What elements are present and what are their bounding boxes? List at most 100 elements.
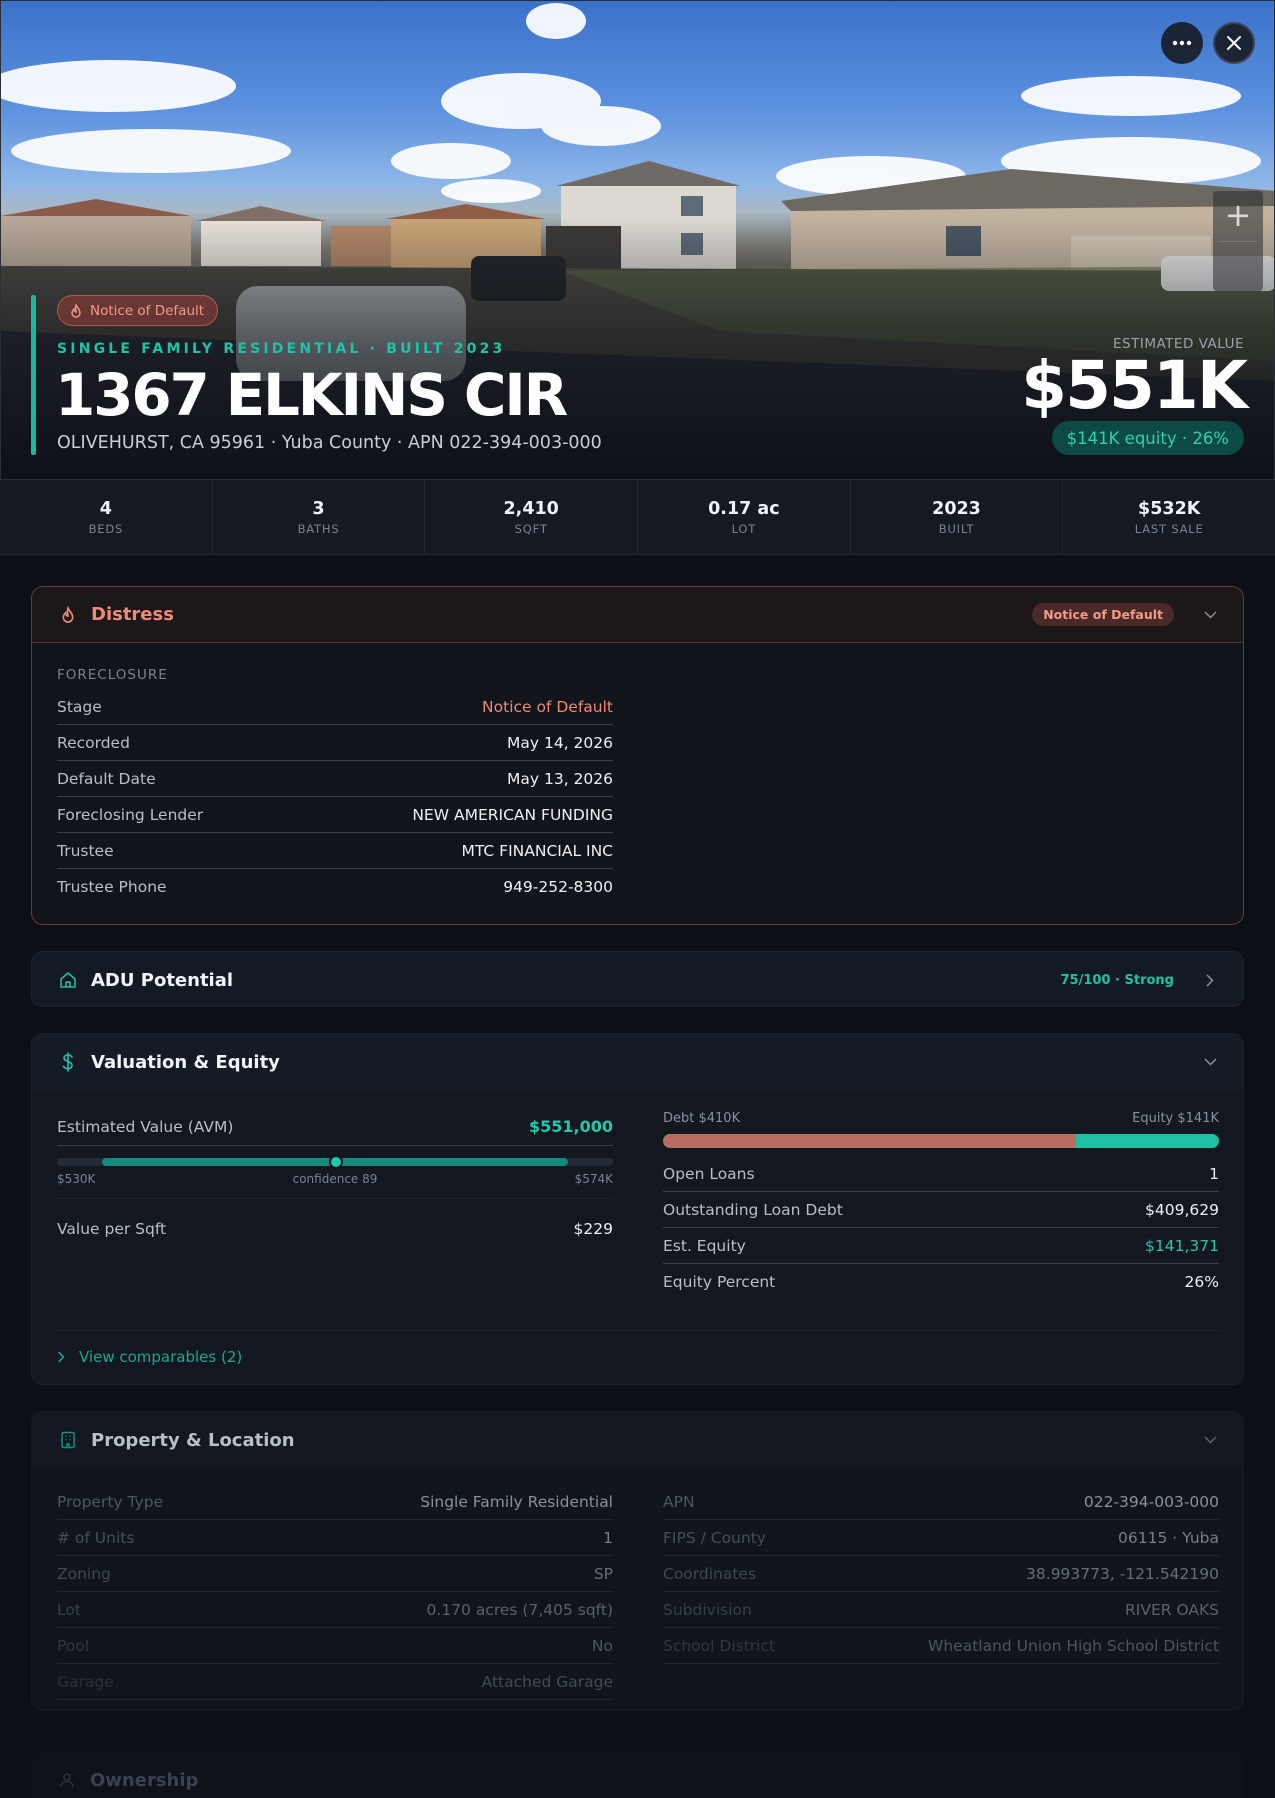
stat-value: 2,410 [503,499,559,519]
stat-sqft: 2,410 SQFT [425,480,639,554]
foreclosure-table: FORECLOSURE Stage Notice of Default Reco… [57,667,613,905]
avm-range-high: $574K [574,1172,613,1186]
chevron-down-icon[interactable] [1202,607,1218,623]
property-right-table: APN 022-394-003-000 FIPS / County 06115 … [663,1484,1219,1664]
row-value: 949-252-8300 [503,878,613,896]
avm-label: Estimated Value (AVM) [57,1117,234,1136]
row-label: Stage [57,697,102,716]
row-label: Open Loans [663,1164,755,1183]
stat-baths: 3 BATHS [213,480,426,554]
row-label: FIPS / County [663,1528,766,1547]
dollar-icon [57,1051,79,1073]
row-label: Recorded [57,733,130,752]
table-row: Zoning SP [57,1556,613,1592]
row-value: 1 [1209,1164,1219,1183]
stat-last-sale: $532K LAST SALE [1063,480,1275,554]
property-stats-bar: 4 BEDS 3 BATHS 2,410 SQFT 0.17 ac LOT 20… [0,480,1275,555]
stat-label: SQFT [514,522,548,536]
row-value: $141,371 [1145,1236,1219,1255]
table-row: Lot 0.170 acres (7,405 sqft) [57,1592,613,1628]
equity-panel: Debt $410K Equity $141K Open Loans 1 Out… [663,1111,1219,1300]
avm-confidence: confidence 89 [292,1172,378,1186]
more-icon [1172,40,1192,46]
debt-label: Debt $410K [663,1111,741,1126]
avm-range-bar [57,1155,613,1169]
debt-equity-labels: Debt $410K Equity $141K [663,1111,1219,1126]
hero-distress-badge: Notice of Default [57,295,219,326]
stat-value: $532K [1138,499,1201,519]
equity-label: Equity $141K [1132,1111,1219,1126]
avm-marker [329,1155,343,1169]
close-button[interactable] [1213,22,1255,64]
avm-panel: Estimated Value (AVM) $551,000 $530K con… [57,1108,613,1247]
table-row: Value per Sqft $229 [57,1211,613,1247]
debt-segment [663,1134,1077,1148]
table-row: Equity Percent 26% [663,1264,1219,1300]
row-label: Value per Sqft [57,1220,167,1238]
table-row: Coordinates 38.993773, -121.542190 [663,1556,1219,1592]
home-icon [57,969,79,991]
table-row: Pool No [57,1628,613,1664]
ownership-header[interactable]: Ownership [31,1750,1244,1798]
adu-potential-card[interactable]: ADU Potential 75/100 · Strong [31,951,1244,1007]
table-row: Outstanding Loan Debt $409,629 [663,1192,1219,1228]
row-label: APN [663,1492,695,1511]
stat-label: LOT [731,522,757,536]
chevron-down-icon[interactable] [1202,1054,1218,1070]
stat-label: BATHS [297,522,340,536]
distress-header[interactable]: Distress Notice of Default [32,587,1243,643]
map-zoom-control[interactable]: + [1213,191,1263,291]
row-value: SP [593,1564,613,1583]
table-row: Foreclosing Lender NEW AMERICAN FUNDING [57,797,613,833]
property-location-line: OLIVEHURST, CA 95961 · Yuba County · APN… [57,433,602,453]
row-label: Equity Percent [663,1273,776,1291]
chevron-right-icon[interactable] [1202,972,1218,988]
property-left-table: Property Type Single Family Residential … [57,1484,613,1700]
row-value: $229 [573,1220,613,1238]
chevron-right-icon [57,1351,65,1363]
table-row: Trustee Phone 949-252-8300 [57,869,613,905]
stat-value: 0.17 ac [708,499,780,519]
row-value: Wheatland Union High School District [928,1636,1219,1655]
row-value: 022-394-003-000 [1083,1492,1219,1511]
row-label: # of Units [57,1528,135,1547]
view-comparables-link[interactable]: View comparables (2) [57,1330,1220,1366]
ownership-title: Ownership [90,1769,199,1791]
more-options-button[interactable] [1161,22,1203,64]
table-row: FIPS / County 06115 · Yuba [663,1520,1219,1556]
row-label: Outstanding Loan Debt [663,1200,843,1219]
row-value: 0.170 acres (7,405 sqft) [426,1600,613,1619]
table-row: Property Type Single Family Residential [57,1484,613,1520]
property-address: 1367 ELKINS CIR [55,361,568,429]
hero-badge-label: Notice of Default [90,302,205,319]
adu-header[interactable]: ADU Potential 75/100 · Strong [32,952,1243,1006]
stat-label: BUILT [938,522,975,536]
row-label: Pool [57,1636,90,1655]
row-value: $409,629 [1145,1200,1219,1219]
table-row: Default Date May 13, 2026 [57,761,613,797]
adu-title: ADU Potential [91,969,234,991]
row-value: 26% [1184,1273,1219,1291]
row-label: Zoning [57,1564,111,1583]
table-row: Subdivision RIVER OAKS [663,1592,1219,1628]
person-icon [56,1769,78,1791]
table-row: Trustee MTC FINANCIAL INC [57,833,613,869]
row-value: Attached Garage [481,1672,613,1691]
chevron-down-icon[interactable] [1202,1432,1218,1448]
stat-label: BEDS [88,522,124,536]
equity-segment [1076,1134,1219,1148]
flame-icon [57,604,79,626]
property-header[interactable]: Property & Location [32,1412,1243,1468]
close-icon [1227,36,1241,50]
valuation-header[interactable]: Valuation & Equity [32,1034,1243,1090]
row-label: Trustee [57,841,114,860]
distress-status-badge: Notice of Default [1032,603,1174,626]
adu-score: 75/100 · Strong [1060,972,1174,988]
stat-label: LAST SALE [1134,522,1204,536]
row-label: Subdivision [663,1600,752,1619]
valuation-equity-card: Valuation & Equity Estimated Value (AVM)… [31,1033,1244,1385]
zoom-in-icon[interactable]: + [1225,191,1252,241]
row-value: 06115 · Yuba [1118,1528,1219,1547]
flame-icon [71,303,81,318]
avm-range-low: $530K [57,1172,96,1186]
